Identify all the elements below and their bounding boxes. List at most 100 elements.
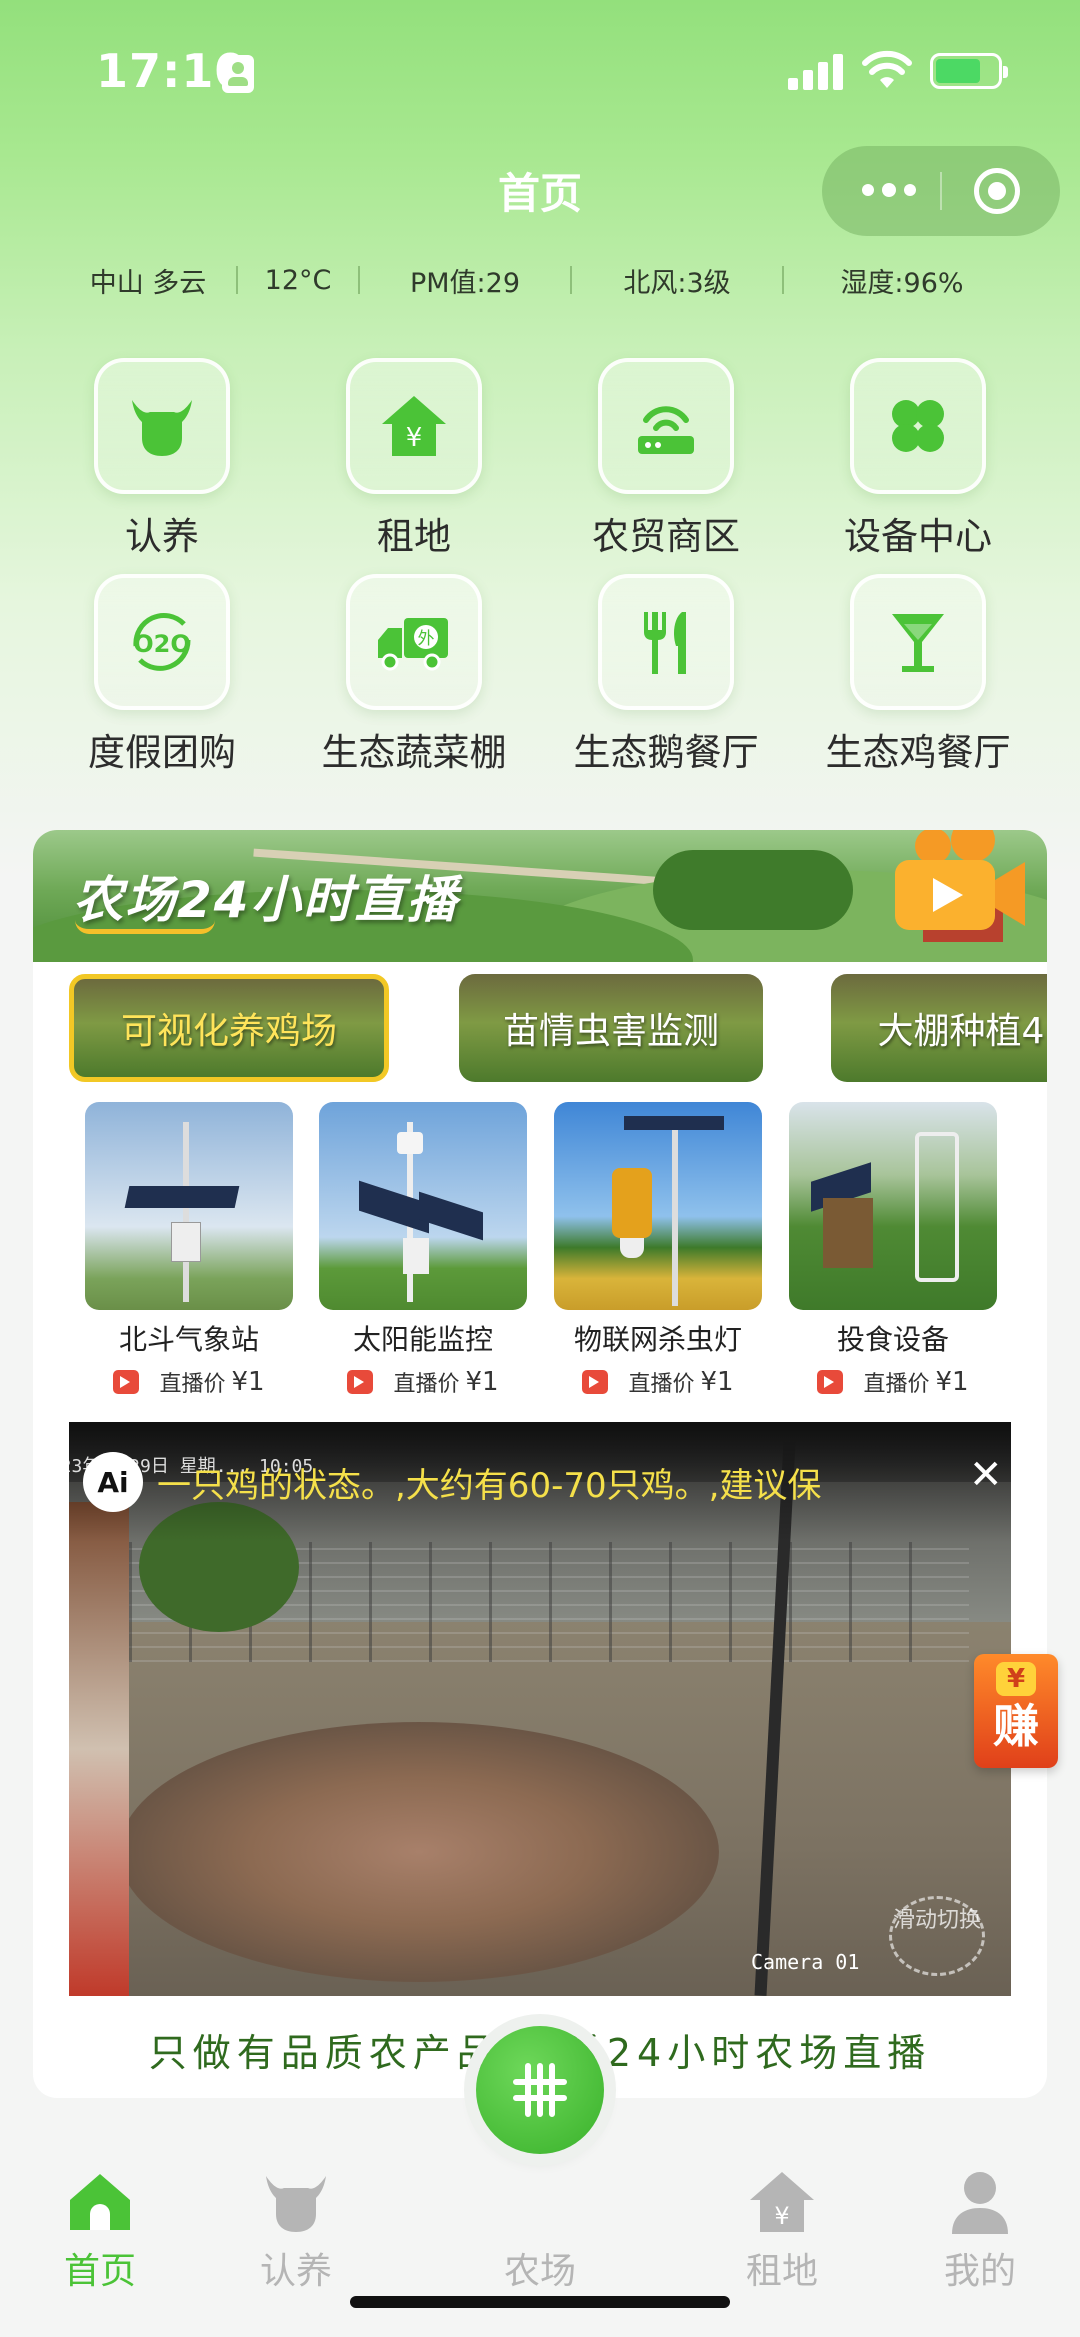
o2o-icon: O2O [133,612,191,671]
video-camera-icon [895,830,1025,930]
grid-item-device-center[interactable]: 设备中心 [792,358,1044,574]
tab-greenhouse[interactable]: 大棚种植4 [831,974,1047,1082]
weather-bar: 中山 多云 12°C PM值:29 北风:3级 湿度:96% [60,258,1020,302]
ai-analysis-text: 一只鸡的状态。,大约有60-70只鸡。,建议保 [157,1466,822,1506]
house-yen-icon: ¥ [750,2172,814,2232]
swipe-switch-watermark: 滑动切换 [889,1896,985,1976]
grid-label: 设备中心 [844,515,992,558]
tab-rent-land[interactable]: ¥ 租地 [692,2170,872,2294]
wifi-icon [862,50,912,88]
weather-wind: 北风:3级 [623,267,731,299]
farm-grid-icon [513,2063,567,2117]
grid-item-market[interactable]: 农贸商区 [540,358,792,574]
product-list: 北斗气象站 直播价¥1 太阳能监控 直播价¥1 物联网杀虫灯 直播价¥1 [33,1102,1047,1432]
grid-item-vegetable-greenhouse[interactable]: 外 生态蔬菜棚 [288,574,540,790]
product-name: 投食设备 [836,1323,949,1356]
grid-label: 生态蔬菜棚 [321,731,507,774]
tab-mine[interactable]: 我的 [890,2170,1070,2294]
grid-item-rent-land[interactable]: ¥ 租地 [288,358,540,574]
price-label: 直播价 [159,1372,226,1397]
cow-icon [132,400,192,456]
price-value: ¥1 [700,1367,734,1397]
close-icon[interactable]: ✕ [969,1452,1003,1498]
user-icon [952,2172,1008,2234]
tab-adopt[interactable]: 认养 [206,2170,386,2294]
live-video-player[interactable]: 2023年3月29日 星期... 10:05 Ai 一只鸡的状态。,大约有60-… [69,1422,1011,1996]
miniprogram-capsule [822,146,1060,236]
more-icon[interactable] [858,174,928,206]
product-image [319,1102,527,1310]
weather-humidity: 湿度:96% [840,267,964,299]
id-card-icon [222,55,254,93]
status-bar: 17:10 [0,0,1080,140]
price-value: ¥1 [465,1367,499,1397]
camera-label: Camera 01 [751,1950,860,1974]
tab-label: 租地 [745,2251,818,2292]
tab-label: 认养 [259,2251,332,2292]
grid-label: 度假团购 [88,731,236,774]
price-label: 直播价 [863,1372,930,1397]
price-value: ¥1 [935,1367,969,1397]
grid-item-chicken-restaurant[interactable]: 生态鸡餐厅 [792,574,1044,790]
fork-knife-icon [644,612,686,674]
product-feeding-device[interactable]: 投食设备 直播价 ¥1 [789,1102,997,1398]
svg-text:¥: ¥ [406,423,423,453]
function-grid: 认养 ¥ 租地 农贸商区 设备中心 O2O 度假团购 外 生态蔬菜棚 生态鹅餐厅… [36,358,1044,790]
clover-icon [892,400,944,452]
house-yen-icon: ¥ [382,396,446,456]
grid-label: 生态鸡餐厅 [825,731,1011,774]
product-image [789,1102,997,1310]
live-tv-icon [582,1370,609,1394]
product-solar-monitor[interactable]: 太阳能监控 直播价 ¥1 [319,1102,527,1398]
live-banner[interactable]: 农场24小时直播 [33,830,1047,962]
tab-label: 首页 [63,2251,136,2292]
weather-temperature: 12°C [264,264,332,296]
tab-home[interactable]: 首页 [10,2170,190,2294]
tab-farm[interactable]: 农场 [450,2170,630,2294]
svg-text:¥: ¥ [774,2202,789,2230]
tab-label: 农场 [503,2251,576,2292]
farm-center-button[interactable] [476,2026,604,2154]
grid-item-goose-restaurant[interactable]: 生态鹅餐厅 [540,574,792,790]
product-image [85,1102,293,1310]
price-label: 直播价 [393,1372,460,1397]
cocktail-icon [892,614,944,672]
grid-item-vacation-group-buy[interactable]: O2O 度假团购 [36,574,288,790]
product-insect-lamp[interactable]: 物联网杀虫灯 直播价 ¥1 [554,1102,762,1398]
grid-item-adopt[interactable]: 认养 [36,358,288,574]
live-tv-icon [817,1370,844,1394]
router-icon [638,406,694,454]
weather-pm: PM值:29 [409,267,521,299]
product-image [554,1102,762,1310]
home-indicator [350,2296,730,2308]
grid-label: 生态鹅餐厅 [573,731,759,774]
svg-text:外: 外 [418,629,435,649]
live-tabs: 可视化养鸡场 苗情虫害监测 大棚种植4 [69,974,1047,1082]
product-name: 物联网杀虫灯 [573,1323,742,1356]
grid-label: 农贸商区 [592,515,740,558]
product-name: 北斗气象站 [118,1323,259,1356]
close-miniprogram-icon[interactable] [974,168,1020,214]
chicken-flock [119,1722,719,1982]
price-label: 直播价 [628,1372,695,1397]
weather-city: 中山 多云 [89,267,207,299]
cellular-signal-icon [788,52,844,90]
tab-chicken-farm[interactable]: 可视化养鸡场 [69,974,389,1082]
ai-badge[interactable]: Ai [83,1452,143,1512]
earn-floating-button[interactable]: ¥ 赚 [974,1654,1058,1768]
live-tv-icon [113,1370,140,1394]
product-weather-station[interactable]: 北斗气象站 直播价 ¥1 [85,1102,293,1398]
live-card: 农场24小时直播 可视化养鸡场 苗情虫害监测 大棚种植4 北斗气象站 直播价 ¥1 [33,830,1047,2098]
svg-text:O2O: O2O [133,630,191,658]
tab-label: 我的 [943,2251,1016,2292]
product-name: 太阳能监控 [352,1323,493,1356]
tab-pest-monitoring[interactable]: 苗情虫害监测 [459,974,763,1082]
earn-label: 赚 [993,1699,1039,1753]
grid-label: 认养 [125,515,199,558]
yen-icon: ¥ [996,1662,1036,1696]
home-icon [70,2174,130,2230]
grid-label: 租地 [377,515,451,558]
delivery-truck-icon: 外 [378,618,448,671]
price-value: ¥1 [231,1367,265,1397]
live-tv-icon [347,1370,374,1394]
